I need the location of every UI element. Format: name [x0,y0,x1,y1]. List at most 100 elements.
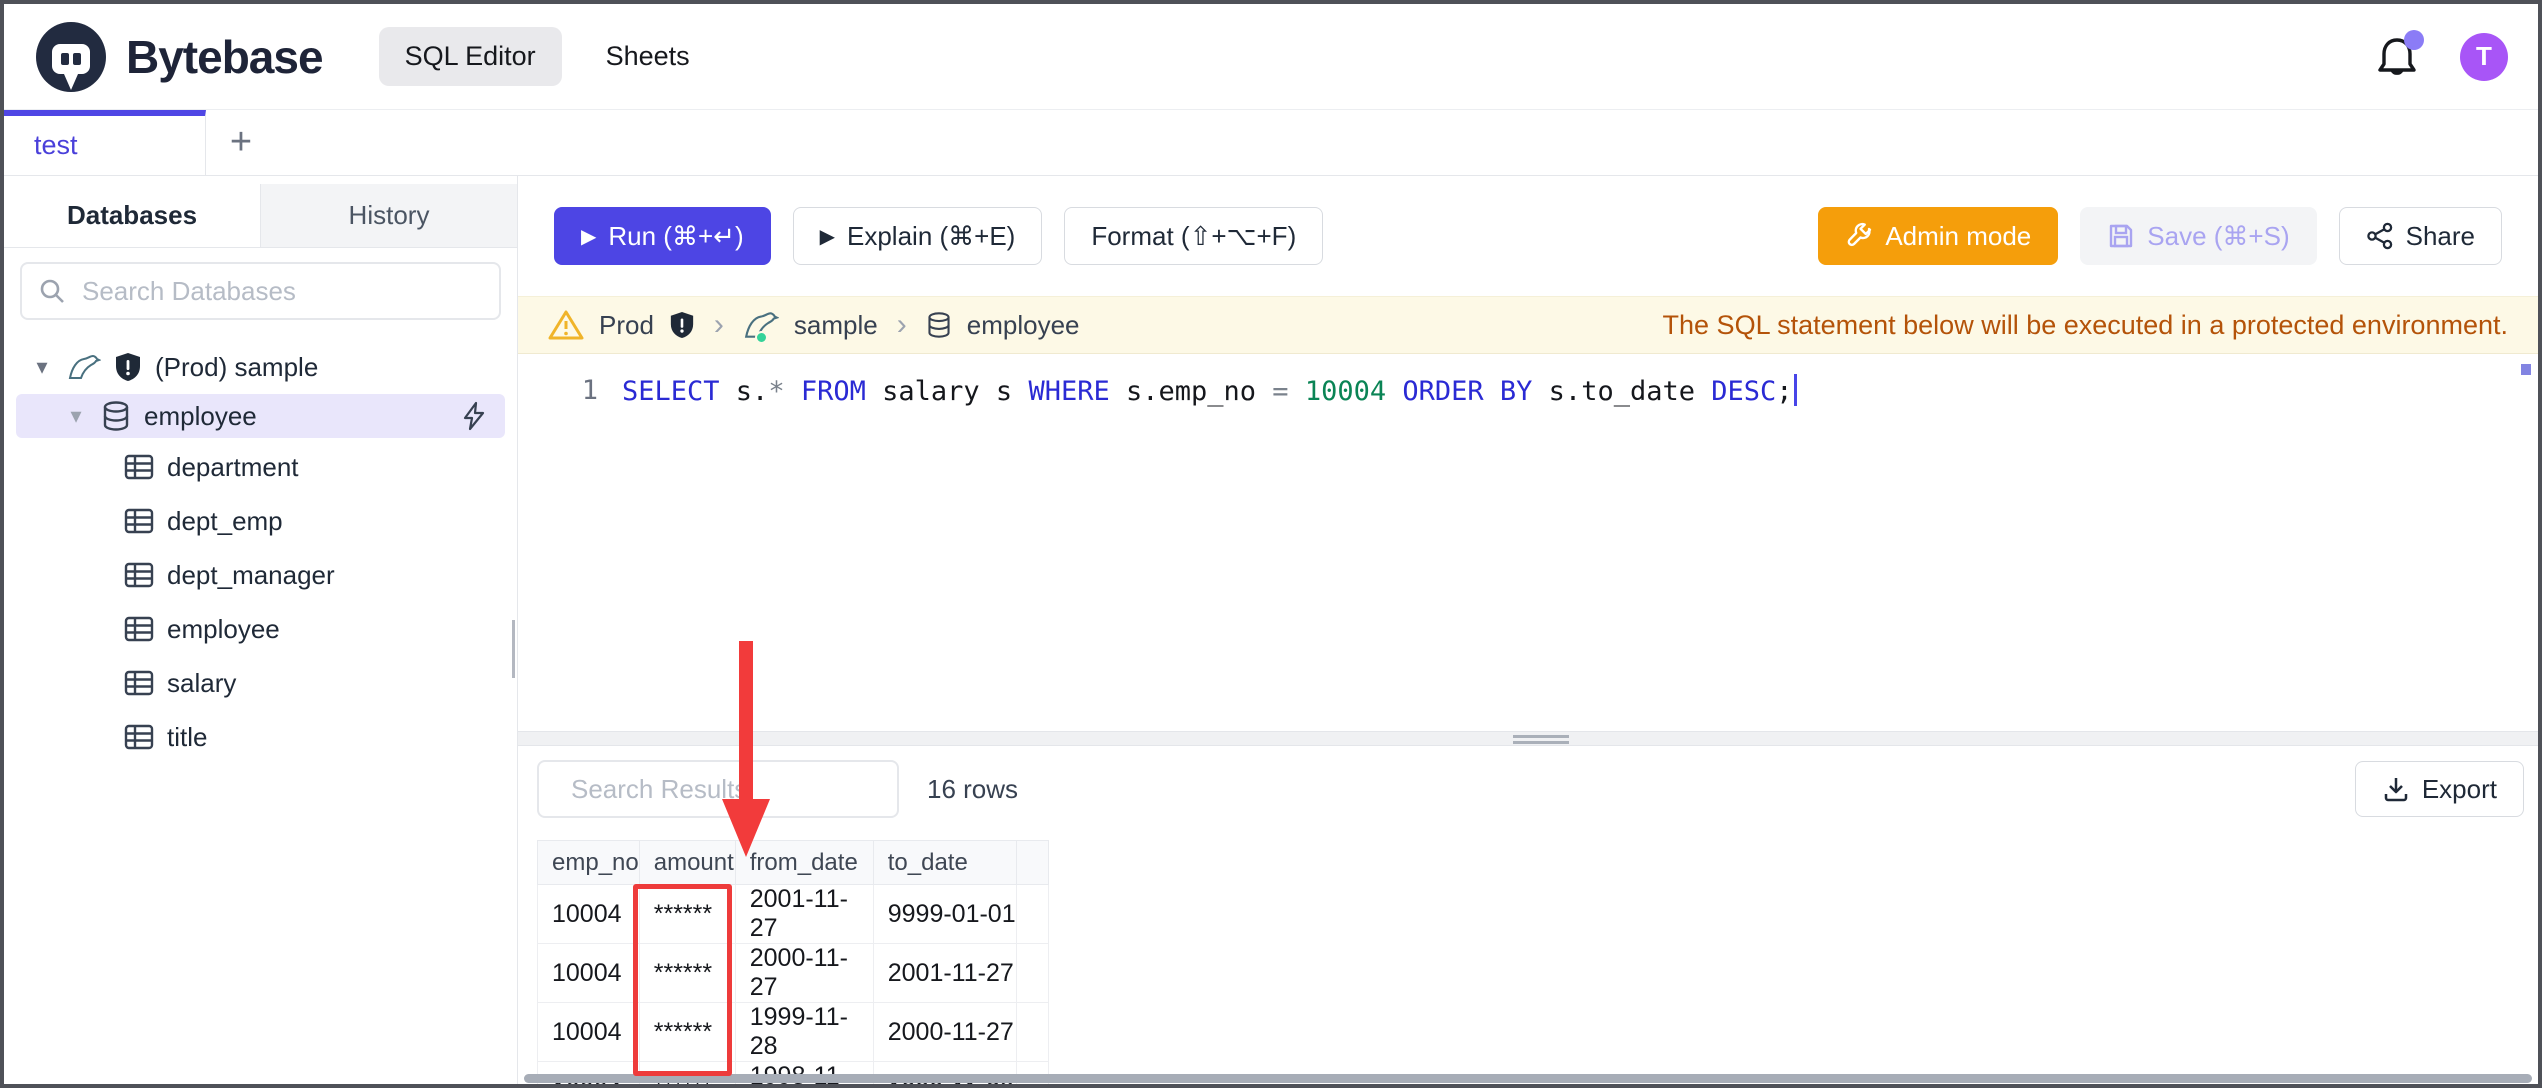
table-cell[interactable]: 10004 [537,1002,640,1062]
add-worksheet-button[interactable]: + [206,110,276,175]
line-number: 1 [581,375,598,406]
tree-item-table-dept_manager[interactable]: dept_manager [4,548,517,602]
nav-sheets[interactable]: Sheets [606,41,690,72]
divider-grip[interactable] [1513,735,1569,744]
results-panel: 16 rows Export emp_noamountfrom [518,746,2538,1084]
wrench-icon [1845,222,1873,250]
save-icon [2107,222,2135,250]
search-databases-input[interactable] [80,274,483,308]
avatar[interactable]: T [2460,32,2508,81]
save-button[interactable]: Save (⌘+S) [2080,207,2317,265]
table-row[interactable]: 10004 ****** 2000-11-27 2001-11-27 [537,943,1049,1003]
horizontal-scrollbar[interactable] [524,1074,2532,1083]
table-cell[interactable]: 10004 [537,943,640,1003]
sidebar-tabs: Databases History [4,184,517,248]
sql-code-line[interactable]: 1 SELECT s.* FROM salary s WHERE s.emp_n… [518,374,2538,407]
tree-item-table-dept_emp[interactable]: dept_emp [4,494,517,548]
download-icon [2382,775,2410,803]
body: Databases History ▾ [4,176,2538,1084]
worksheet-tabstrip: test + [4,110,2538,176]
breadcrumb-environment[interactable]: Prod [599,310,654,341]
table-cell[interactable]: 2001-11-27 [734,884,874,944]
table-icon [124,562,154,588]
share-button[interactable]: Share [2338,207,2502,265]
table-icon [124,508,154,534]
tree-item-label: employee [167,613,280,644]
column-header-to_date[interactable]: to_date [872,840,1017,885]
notifications-button[interactable] [2376,29,2424,80]
database-icon [101,400,131,432]
bolt-icon[interactable] [461,401,487,431]
table-row[interactable]: 10004 ****** 1999-11-28 2000-11-27 [537,1002,1049,1062]
run-button[interactable]: ▶ Run (⌘+↵) [554,207,771,265]
sql-editor[interactable]: 1 SELECT s.* FROM salary s WHERE s.emp_n… [518,354,2538,731]
table-icon [124,454,154,480]
brand[interactable]: Bytebase [34,20,324,94]
share-icon [2366,222,2394,250]
table-cell[interactable]: ****** [638,884,736,944]
database-icon [926,311,952,339]
editor-toolbar: ▶ Run (⌘+↵) ▶ Explain (⌘+E) Format (⇧+⌥+… [518,176,2538,296]
brand-title: Bytebase [126,30,324,83]
tree-item-table-department[interactable]: department [4,440,517,494]
column-header-amount[interactable]: amount [638,840,736,885]
results-search[interactable] [537,760,908,818]
table-cell[interactable]: ****** [638,943,736,1003]
table-cell[interactable]: 2000-11-27 [734,943,874,1003]
tree-item-label: dept_emp [167,505,283,536]
database-tree: ▾ (Prod) sample ▾ employee department de… [4,336,517,764]
search-results-input[interactable] [569,772,908,806]
tree-item-label: title [167,721,208,752]
database-search[interactable] [20,262,501,320]
results-toolbar: 16 rows Export [518,760,2538,818]
panel-divider[interactable] [518,731,2538,746]
export-button[interactable]: Export [2354,761,2524,817]
format-button[interactable]: Format (⇧+⌥+F) [1064,207,1324,265]
tree-item-prod-sample[interactable]: ▾ (Prod) sample [4,342,517,392]
caret-down-icon[interactable]: ▾ [30,354,54,380]
breadcrumb-table[interactable]: employee [967,310,1080,341]
table-cell[interactable]: 2001-11-27 [872,943,1017,1003]
tree-item-table-salary[interactable]: salary [4,656,517,710]
table-cell[interactable] [1015,943,1049,1003]
table-cell[interactable] [1015,884,1049,944]
tree-item-table-employee[interactable]: employee [4,602,517,656]
chevron-right-icon: › [713,308,724,341]
column-header-filler[interactable] [1015,840,1049,885]
table-cell[interactable]: 9999-01-01 [872,884,1017,944]
column-header-emp_no[interactable]: emp_no [537,840,640,885]
table-cell[interactable]: 1999-11-28 [734,1002,874,1062]
chevron-right-icon: › [896,308,907,341]
tree-item-label: (Prod) sample [155,351,319,382]
top-nav: SQL Editor Sheets [378,27,690,86]
breadcrumb-database[interactable]: sample [794,310,878,341]
tree-item-database-employee[interactable]: ▾ employee [16,394,505,438]
bytebase-logo-icon [34,20,108,94]
db-table-list: department dept_emp dept_manager employe… [4,440,517,764]
connection-status-dot [754,331,768,344]
column-header-from_date[interactable]: from_date [734,840,874,885]
warning-icon [548,309,584,341]
main-panel: ▶ Run (⌘+↵) ▶ Explain (⌘+E) Format (⇧+⌥+… [518,176,2538,1084]
caret-down-icon[interactable]: ▾ [64,403,88,429]
tree-item-label: employee [144,400,257,431]
nav-sql-editor[interactable]: SQL Editor [378,27,562,86]
worksheet-tab-test[interactable]: test [4,110,206,175]
admin-mode-button[interactable]: Admin mode [1818,207,2059,265]
app-window: Bytebase SQL Editor Sheets T test + Data… [0,0,2542,1088]
table-cell[interactable]: ****** [638,1002,736,1062]
table-icon [124,670,154,696]
row-count: 16 rows [927,773,1019,804]
table-row[interactable]: 10004 ****** 2001-11-27 9999-01-01 [537,884,1049,944]
mysql-icon [743,309,779,344]
tree-item-table-title[interactable]: title [4,710,517,764]
table-cell[interactable] [1015,1002,1049,1062]
table-cell[interactable]: 2000-11-27 [872,1002,1017,1062]
notification-badge [2404,29,2424,50]
shield-icon [669,311,695,339]
play-icon: ▶ [581,225,597,248]
table-cell[interactable]: 10004 [537,884,640,944]
tab-databases[interactable]: Databases [4,184,261,247]
tab-history[interactable]: History [261,184,517,247]
explain-button[interactable]: ▶ Explain (⌘+E) [792,207,1043,265]
